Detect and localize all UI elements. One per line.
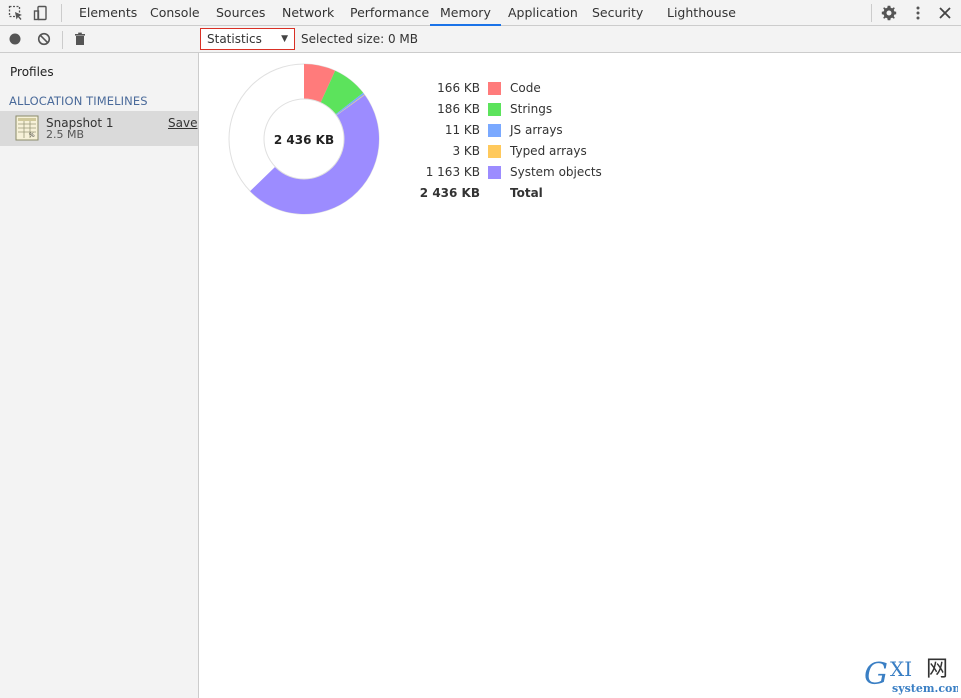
trash-icon[interactable]	[72, 31, 88, 47]
tab-network[interactable]: Network	[282, 0, 334, 26]
legend-swatch	[488, 103, 501, 116]
legend-value: 2 436 KB	[419, 186, 480, 200]
view-select[interactable]: Statistics ▼	[200, 28, 295, 50]
legend-label: Typed arrays	[510, 144, 587, 158]
legend-label: JS arrays	[510, 123, 563, 137]
watermark-logo: G XI 网 system.com	[864, 657, 958, 695]
donut-total-label: 2 436 KB	[274, 133, 334, 147]
legend-value: 3 KB	[452, 144, 480, 158]
snapshot-size: 2.5 MB	[46, 128, 85, 141]
statistics-view: 2 436 KB 166 KB Code 186 KB Strings 11 KB JS …	[200, 53, 961, 698]
tab-memory[interactable]: Memory	[430, 0, 501, 26]
snapshot-icon: %	[15, 115, 39, 141]
statistics-donut-chart: 2 436 KB	[228, 63, 380, 215]
legend-value: 11 KB	[444, 123, 480, 137]
svg-text:%: %	[29, 132, 35, 139]
tab-application[interactable]: Application	[508, 0, 578, 26]
dropdown-arrow-icon: ▼	[281, 34, 288, 44]
device-toolbar-icon[interactable]	[32, 4, 50, 22]
legend-label: Code	[510, 81, 541, 95]
svg-text:system.com: system.com	[892, 682, 958, 695]
svg-text:网: 网	[926, 657, 948, 682]
legend-swatch	[488, 166, 501, 179]
legend-value: 1 163 KB	[425, 165, 480, 179]
toolbar-divider	[871, 4, 872, 22]
tab-lighthouse[interactable]: Lighthouse	[667, 0, 736, 26]
legend-swatch	[488, 145, 501, 158]
tab-console[interactable]: Console	[150, 0, 200, 26]
tab-security[interactable]: Security	[592, 0, 643, 26]
tab-sources[interactable]: Sources	[216, 0, 265, 26]
legend-label: Strings	[510, 102, 553, 116]
legend-label: Total	[510, 186, 543, 200]
tab-elements[interactable]: Elements	[79, 0, 137, 26]
toolbar-divider	[61, 4, 62, 22]
more-options-icon[interactable]	[909, 4, 927, 22]
legend-label: System objects	[510, 165, 602, 179]
legend-value: 186 KB	[437, 102, 480, 116]
devtools-tab-bar: Elements Console Sources Network Perform…	[0, 0, 961, 26]
profiles-title: Profiles	[10, 65, 54, 79]
snapshot-item[interactable]: % Snapshot 1 2.5 MB Save	[0, 111, 198, 146]
legend-value: 166 KB	[437, 81, 480, 95]
svg-text:XI: XI	[890, 657, 912, 681]
view-select-value: Statistics	[207, 32, 262, 46]
gear-icon[interactable]	[880, 4, 898, 22]
tab-performance[interactable]: Performance	[350, 0, 429, 26]
clear-icon[interactable]	[36, 31, 52, 47]
svg-text:G: G	[864, 657, 888, 692]
profiles-sidebar: Profiles ALLOCATION TIMELINES % Snapshot…	[0, 53, 199, 698]
save-snapshot-link[interactable]: Save	[168, 116, 197, 130]
allocation-timelines-header: ALLOCATION TIMELINES	[9, 94, 148, 108]
memory-toolbar: Statistics ▼ Selected size: 0 MB	[0, 26, 961, 53]
selected-size-label: Selected size: 0 MB	[301, 32, 418, 46]
legend-swatch	[488, 82, 501, 95]
inspect-element-icon[interactable]	[7, 4, 25, 22]
record-icon[interactable]	[7, 31, 23, 47]
toolbar-divider	[62, 31, 63, 49]
close-icon[interactable]	[936, 4, 954, 22]
legend-swatch	[488, 124, 501, 137]
